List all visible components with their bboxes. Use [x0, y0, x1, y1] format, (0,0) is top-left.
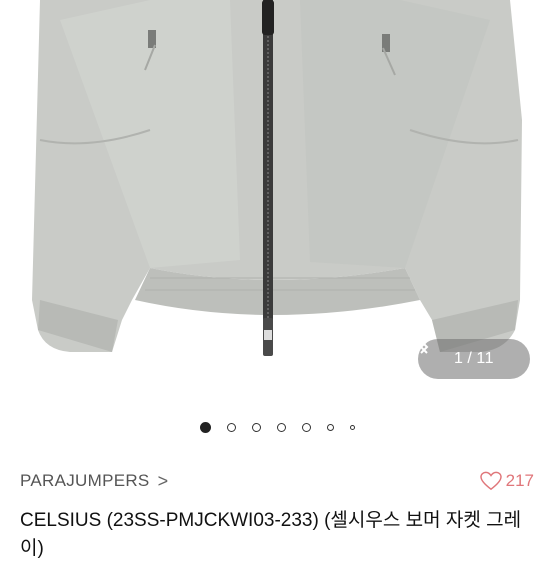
product-image-gallery[interactable]: 1 / 11 [0, 0, 554, 392]
brand-link[interactable]: PARAJUMPERS > [20, 471, 168, 492]
page-dot[interactable] [349, 424, 355, 430]
page-dot[interactable] [226, 422, 236, 432]
page-dot[interactable] [326, 423, 334, 431]
image-counter-text: 1 / 11 [454, 350, 494, 368]
chevron-right-icon[interactable] [420, 340, 520, 368]
page-dot[interactable] [199, 421, 211, 433]
image-total: 11 [476, 350, 494, 367]
brand-name: PARAJUMPERS [20, 471, 150, 490]
page-dot[interactable] [301, 422, 311, 432]
like-count: 217 [505, 471, 534, 490]
heart-icon [479, 471, 502, 491]
like-button[interactable]: 217 [479, 471, 534, 491]
product-title: CELSIUS (23SS-PMJCKWI03-233) (셀시우스 보머 자켓… [20, 510, 522, 559]
gallery-pagination [0, 419, 554, 435]
jacket-image [32, 0, 522, 356]
image-counter: 1 / 11 [418, 339, 530, 379]
image-current: 1 [454, 350, 464, 367]
chevron-left-icon[interactable] [419, 340, 446, 368]
chevron-right-icon: > [157, 470, 169, 491]
page-dot[interactable] [276, 422, 286, 432]
brand-row: PARAJUMPERS > 217 [20, 466, 534, 496]
image-separator: / [467, 350, 473, 367]
page-dot[interactable] [251, 422, 261, 432]
